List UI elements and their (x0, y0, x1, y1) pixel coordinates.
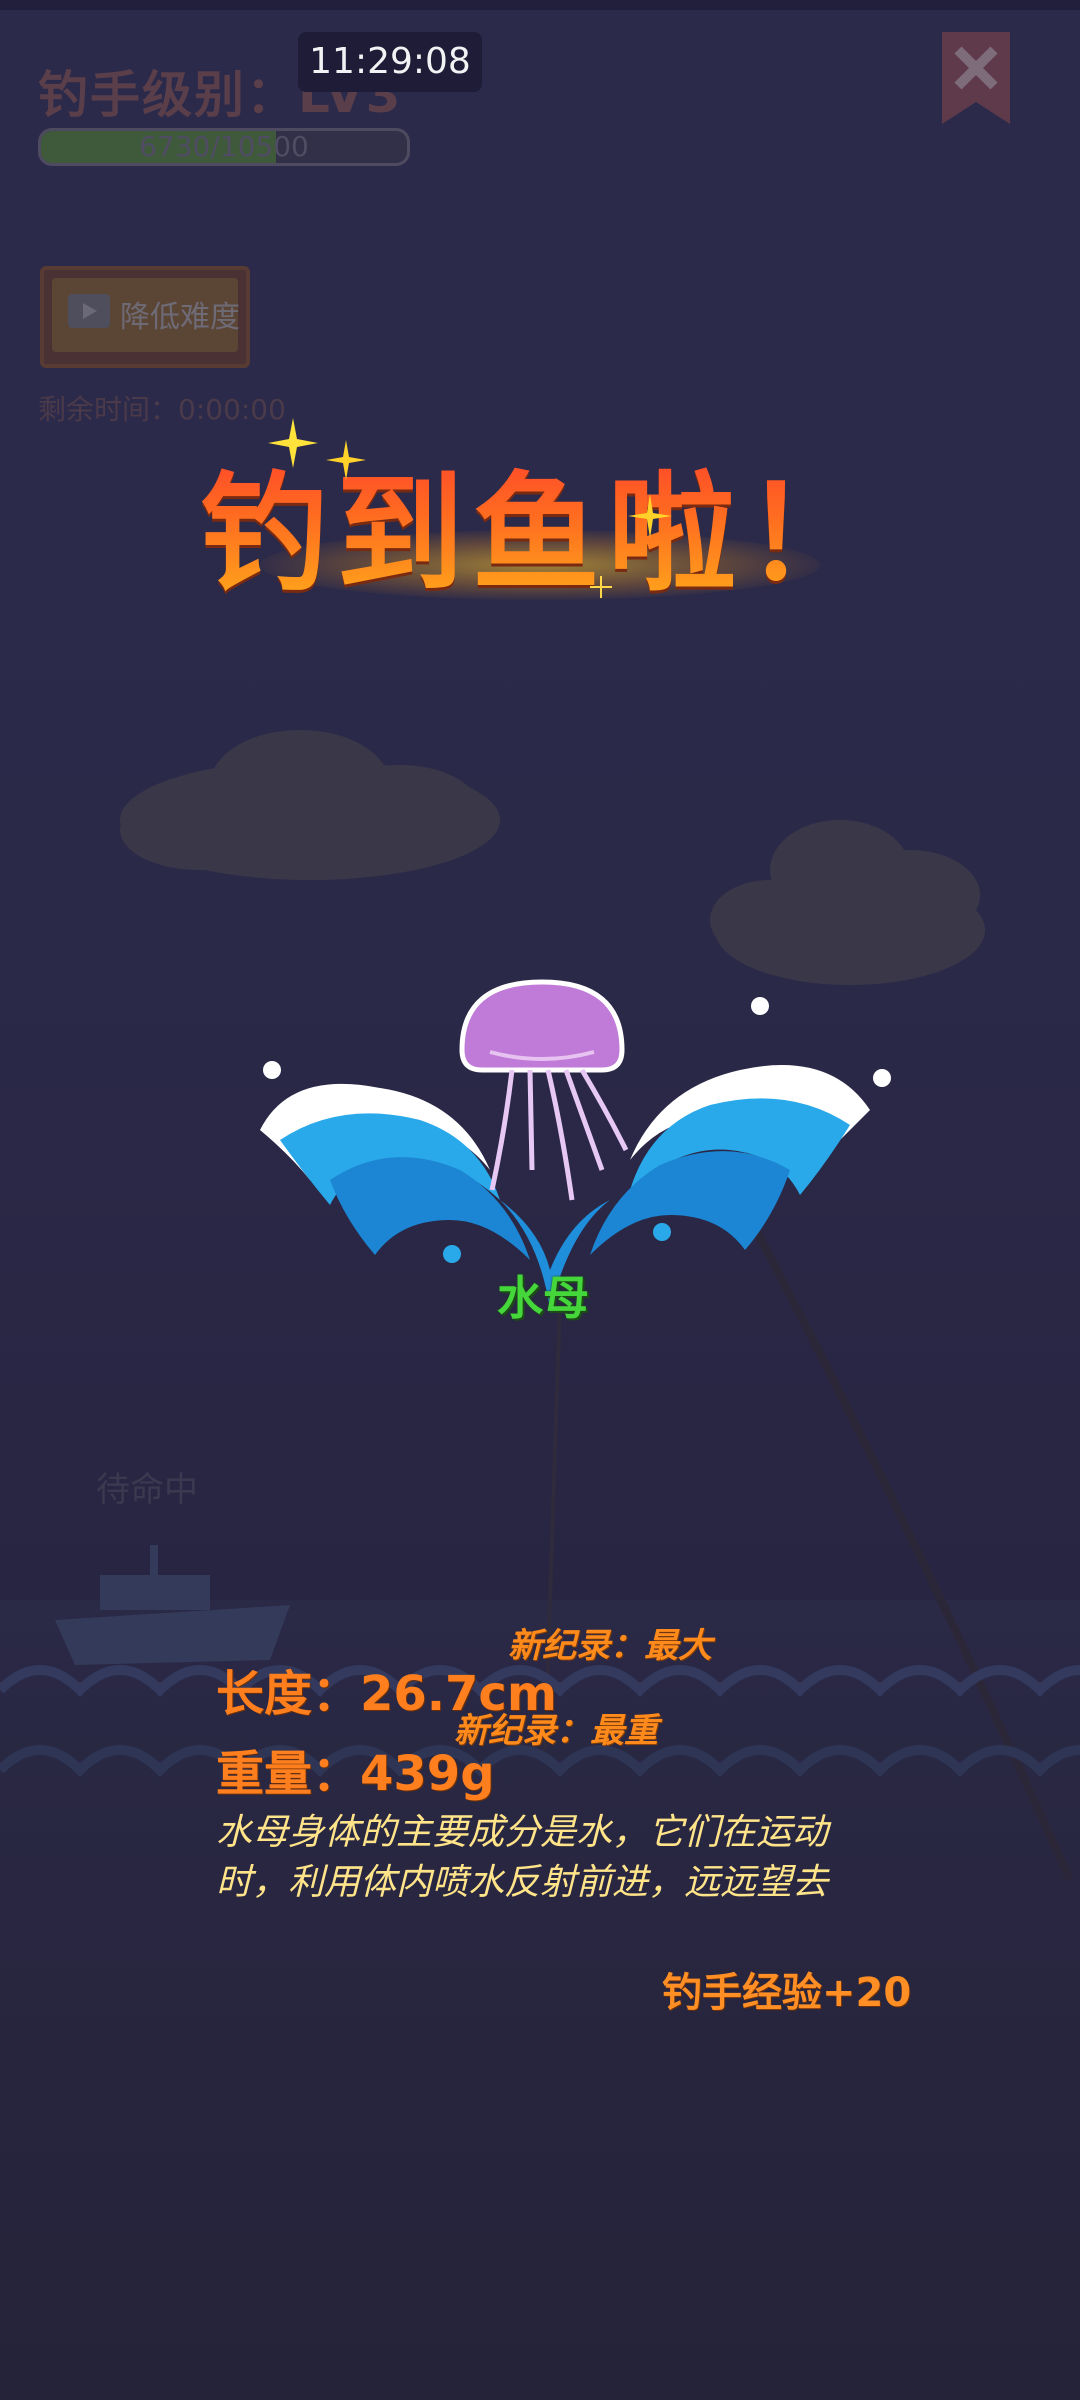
close-icon (942, 32, 1010, 124)
reduce-difficulty-label: 降低难度 (120, 300, 240, 335)
exp-progress-text: 6730/10500 (139, 130, 309, 163)
sparkle-icon (268, 418, 318, 468)
jellyfish-icon (459, 979, 629, 1201)
remaining-time-label: 剩余时间：0:00:00 (38, 393, 286, 426)
exp-progress-bar: 6730/10500 (38, 128, 410, 166)
status-clock: 11:29:08 (298, 32, 482, 92)
fish-description-line-2: 时，利用体内喷水反射前进，远远望去 (216, 1862, 829, 1903)
standby-label: 待命中 (96, 1470, 198, 1510)
cloud-right (710, 820, 985, 985)
weight-stat: 重量：439g (216, 1746, 495, 1802)
reduce-difficulty-button[interactable]: 降低难度 (40, 266, 250, 368)
sparkle-icon (326, 440, 366, 480)
close-button[interactable] (942, 32, 1010, 124)
fish-description: 水母身体的主要成分是水，它们在运动 时，利用体内喷水反射前进，远远望去 (216, 1808, 896, 1908)
play-icon (68, 294, 110, 328)
exp-gain-label: 钓手经验+20 (662, 1970, 912, 2016)
fish-description-line-1: 水母身体的主要成分是水，它们在运动 (216, 1812, 829, 1853)
cloud-left (120, 730, 500, 880)
boat-icon (55, 1545, 290, 1665)
sparkle-icon (628, 494, 672, 538)
fish-name: 水母 (497, 1271, 589, 1325)
sparkle-icon (590, 576, 612, 598)
